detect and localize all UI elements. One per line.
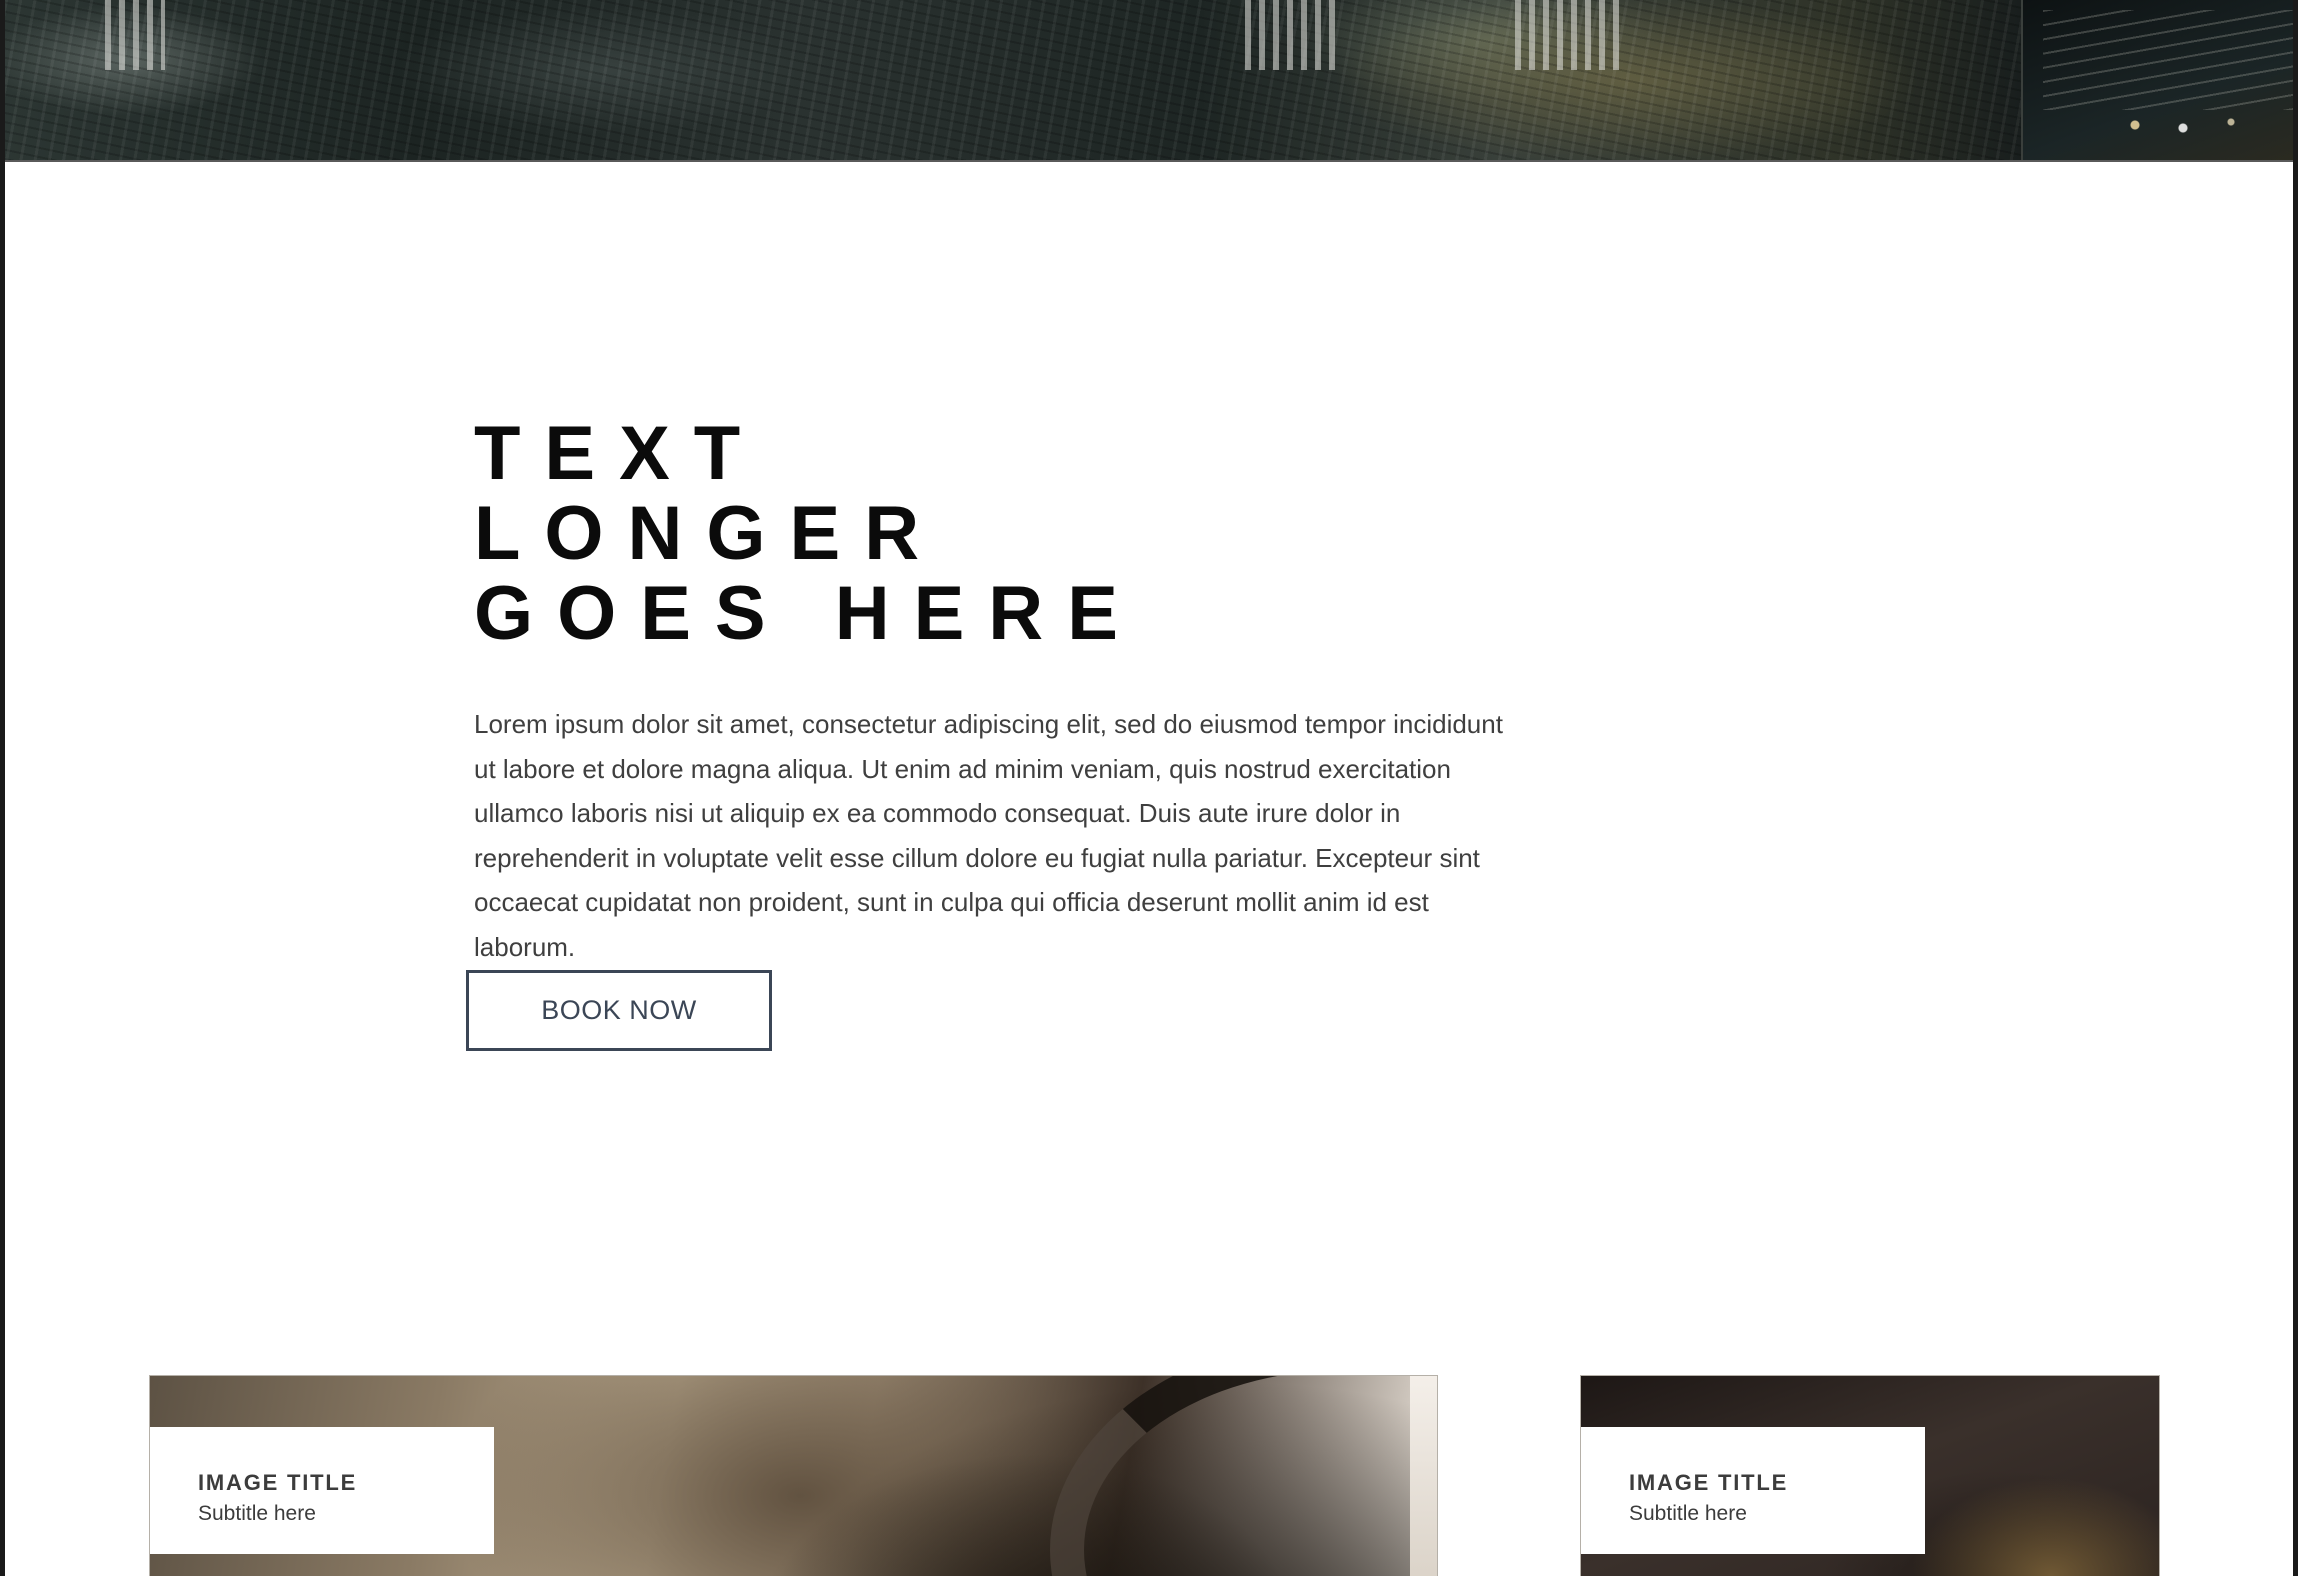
page-headline: TEXT LONGER GOES HERE — [474, 414, 1142, 654]
hero-building — [2021, 0, 2293, 160]
hero-lights — [2103, 110, 2263, 140]
book-now-button[interactable]: BOOK NOW — [466, 970, 772, 1051]
image-card-subtitle: Subtitle here — [1629, 1502, 1747, 1525]
headline-line: GOES HERE — [474, 571, 1142, 656]
image-card[interactable]: IMAGE TITLE Subtitle here — [1580, 1375, 2160, 1576]
image-card-title: IMAGE TITLE — [198, 1470, 358, 1495]
image-card-caption: IMAGE TITLE Subtitle here — [1581, 1427, 1925, 1554]
crosswalk-stripes — [105, 0, 165, 70]
image-card-caption: IMAGE TITLE Subtitle here — [150, 1427, 494, 1554]
image-card[interactable]: IMAGE TITLE Subtitle here — [149, 1375, 1438, 1576]
page: TEXT LONGER GOES HERE Lorem ipsum dolor … — [0, 0, 2298, 1576]
image-card-subtitle: Subtitle here — [198, 1502, 316, 1525]
hero-image-texture — [5, 0, 2293, 160]
crosswalk-stripes — [1515, 0, 1625, 70]
headline-line: TEXT — [474, 411, 765, 496]
book-now-label: BOOK NOW — [541, 995, 697, 1025]
image-card-title: IMAGE TITLE — [1629, 1470, 1789, 1495]
hero-image — [5, 0, 2293, 162]
headline-line: LONGER — [474, 491, 944, 576]
intro-paragraph: Lorem ipsum dolor sit amet, consectetur … — [474, 709, 1503, 962]
crosswalk-stripes — [1245, 0, 1335, 70]
